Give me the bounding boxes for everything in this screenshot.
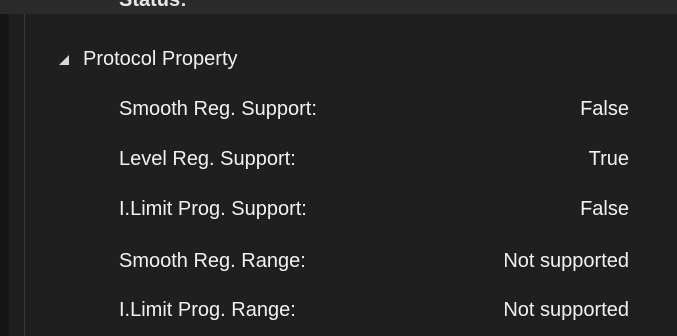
protocol-property-group-header[interactable]: Protocol Property: [59, 43, 238, 75]
property-value: Not supported: [503, 298, 629, 321]
property-row[interactable]: I.Limit Prog. Support: False: [119, 192, 629, 226]
property-row[interactable]: I.Limit Prog. Range: Not supported: [119, 293, 629, 327]
status-label: Status:: [119, 0, 187, 11]
property-label: Level Reg. Support:: [119, 147, 296, 170]
left-rail: [0, 0, 9, 336]
previous-item-strip: Status:: [0, 0, 677, 14]
property-label: I.Limit Prog. Range:: [119, 298, 296, 321]
property-row[interactable]: Smooth Reg. Support: False: [119, 92, 629, 126]
property-value: True: [588, 147, 629, 170]
property-row[interactable]: Smooth Reg. Range: Not supported: [119, 244, 629, 278]
property-label: Smooth Reg. Support:: [119, 97, 317, 120]
triangle-down-icon[interactable]: [59, 54, 71, 66]
property-value: Not supported: [503, 249, 629, 272]
property-value: False: [580, 197, 629, 220]
tree-guide-line: [24, 0, 25, 336]
property-value: False: [580, 97, 629, 120]
property-label: Smooth Reg. Range:: [119, 249, 306, 272]
property-row[interactable]: Level Reg. Support: True: [119, 142, 629, 176]
property-label: I.Limit Prog. Support:: [119, 197, 307, 220]
property-grid-panel: Status: Protocol Property Smooth Reg. Su…: [0, 0, 677, 336]
group-title: Protocol Property: [83, 47, 238, 70]
